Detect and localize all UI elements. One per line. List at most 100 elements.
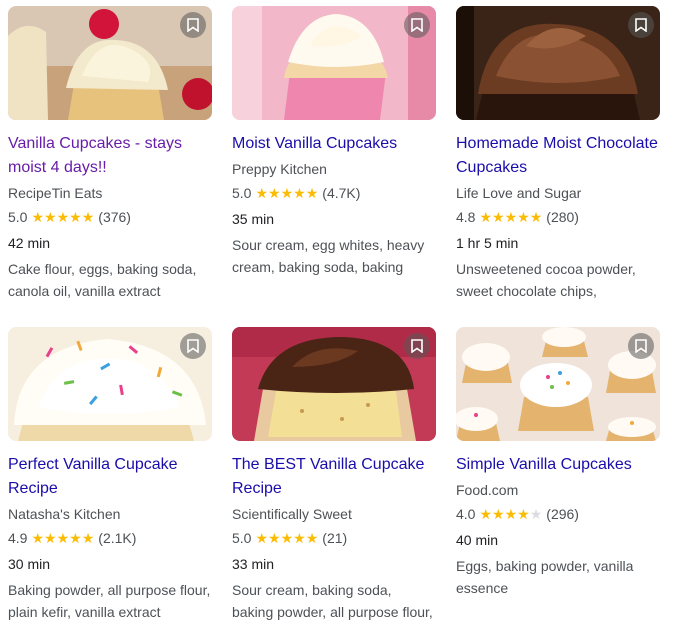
review-count: (376) [98, 209, 131, 225]
recipe-rating: 4.0 ★ ★ ★ ★ ★ (296) [456, 503, 660, 525]
recipe-card[interactable]: Vanilla Cupcakes - stays moist 4 days!! … [8, 6, 212, 302]
bookmark-icon [411, 18, 423, 32]
save-recipe-button[interactable] [404, 333, 430, 359]
recipe-source: Food.com [456, 482, 519, 498]
save-recipe-button[interactable] [180, 12, 206, 38]
star-icon: ★ [69, 209, 82, 225]
recipe-thumbnail[interactable] [456, 327, 660, 441]
recipe-card[interactable]: The BEST Vanilla Cupcake Recipe Scientif… [232, 327, 436, 623]
recipe-source: Life Love and Sugar [456, 185, 582, 201]
star-icon: ★ [255, 185, 269, 201]
rating-value: 5.0 [232, 185, 252, 201]
recipe-thumbnail[interactable] [456, 6, 660, 120]
star-icon: ★ [280, 185, 294, 201]
star-icon: ★ [56, 209, 70, 225]
star-rating: ★ ★ ★ ★ ★ [479, 210, 542, 224]
star-icon: ★ [293, 185, 306, 201]
save-recipe-button[interactable] [180, 333, 206, 359]
ingredients-list: Eggs, baking powder, vanilla essence [456, 558, 634, 596]
recipe-rating: 4.9 ★ ★ ★ ★ ★ (2.1K) [8, 527, 212, 549]
star-icon: ★ [293, 530, 306, 546]
star-icon: ★ [44, 209, 57, 225]
cook-time: 33 min [232, 556, 275, 572]
recipe-thumbnail[interactable] [8, 6, 212, 120]
star-icon: ★ [504, 506, 518, 522]
cook-time: 1 hr 5 min [456, 235, 519, 251]
recipe-source: Scientifically Sweet [232, 506, 352, 522]
rating-value: 5.0 [8, 209, 28, 225]
review-count: (296) [546, 506, 579, 522]
recipe-rating: 4.8 ★ ★ ★ ★ ★ (280) [456, 206, 660, 228]
recipe-title-link[interactable]: The BEST Vanilla Cupcake Recipe [232, 453, 436, 501]
recipe-thumbnail[interactable] [232, 6, 436, 120]
review-count: (2.1K) [98, 530, 137, 546]
recipe-card[interactable]: Simple Vanilla Cupcakes Food.com 4.0 ★ ★ ★… [456, 327, 660, 599]
star-icon: ★ [492, 506, 505, 522]
recipe-title-link[interactable]: Perfect Vanilla Cupcake Recipe [8, 453, 212, 501]
star-icon: ★ [255, 530, 269, 546]
star-empty-icon: ★ [529, 506, 543, 522]
bookmark-icon [187, 18, 199, 32]
ingredients-list: Sour cream, baking soda, baking powder, … [232, 582, 433, 620]
rating-value: 5.0 [232, 530, 252, 546]
cook-time: 30 min [8, 556, 51, 572]
recipe-source: Natasha's Kitchen [8, 506, 121, 522]
recipe-card[interactable]: Moist Vanilla Cupcakes Preppy Kitchen 5.… [232, 6, 436, 278]
ingredients-list: Cake flour, eggs, baking soda, canola oi… [8, 261, 197, 299]
recipe-rating: 5.0 ★ ★ ★ ★ ★ (21) [232, 527, 436, 549]
cook-time: 40 min [456, 532, 499, 548]
star-icon: ★ [56, 530, 70, 546]
star-icon: ★ [479, 506, 493, 522]
star-icon: ★ [517, 506, 530, 522]
star-icon: ★ [305, 530, 319, 546]
bookmark-icon [187, 339, 199, 353]
recipe-title-link[interactable]: Homemade Moist Chocolate Cupcakes [456, 132, 660, 180]
review-count: (280) [546, 209, 579, 225]
save-recipe-button[interactable] [404, 12, 430, 38]
recipe-source: Preppy Kitchen [232, 161, 327, 177]
save-recipe-button[interactable] [628, 12, 654, 38]
bookmark-icon [635, 18, 647, 32]
star-icon: ★ [31, 530, 45, 546]
star-rating: ★ ★ ★ ★ ★ [479, 507, 542, 521]
ingredients-list: Sour cream, egg whites, heavy cream, bak… [232, 237, 425, 275]
recipe-thumbnail[interactable] [8, 327, 212, 441]
bookmark-icon [411, 339, 423, 353]
star-icon: ★ [280, 530, 294, 546]
star-icon: ★ [305, 185, 319, 201]
star-icon: ★ [504, 209, 518, 225]
rating-value: 4.8 [456, 209, 476, 225]
star-icon: ★ [492, 209, 505, 225]
recipe-title-link[interactable]: Simple Vanilla Cupcakes [456, 453, 660, 477]
star-icon: ★ [517, 209, 530, 225]
recipe-thumbnail[interactable] [232, 327, 436, 441]
recipe-card[interactable]: Homemade Moist Chocolate Cupcakes Life L… [456, 6, 660, 302]
star-icon: ★ [69, 530, 82, 546]
recipe-title-link[interactable]: Vanilla Cupcakes - stays moist 4 days!! [8, 132, 212, 180]
review-count: (4.7K) [322, 185, 361, 201]
recipe-source: RecipeTin Eats [8, 185, 103, 201]
recipe-card[interactable]: Perfect Vanilla Cupcake Recipe Natasha's… [8, 327, 212, 623]
star-icon: ★ [268, 185, 281, 201]
star-icon: ★ [81, 209, 95, 225]
recipe-rating: 5.0 ★ ★ ★ ★ ★ (4.7K) [232, 182, 436, 204]
bookmark-icon [635, 339, 647, 353]
star-icon: ★ [31, 209, 45, 225]
star-icon: ★ [479, 209, 493, 225]
rating-value: 4.0 [456, 506, 476, 522]
recipe-title-link[interactable]: Moist Vanilla Cupcakes [232, 132, 436, 156]
save-recipe-button[interactable] [628, 333, 654, 359]
star-rating: ★ ★ ★ ★ ★ [255, 531, 318, 545]
ingredients-list: Baking powder, all purpose flour, plain … [8, 582, 211, 620]
star-rating: ★ ★ ★ ★ ★ [255, 186, 318, 200]
star-icon: ★ [44, 530, 57, 546]
star-icon: ★ [529, 209, 543, 225]
review-count: (21) [322, 530, 348, 546]
star-icon: ★ [268, 530, 281, 546]
star-rating: ★ ★ ★ ★ ★ [31, 210, 94, 224]
star-icon: ★ [81, 530, 95, 546]
ingredients-list: Unsweetened cocoa powder, sweet chocolat… [456, 261, 636, 299]
star-rating: ★ ★ ★ ★ ★ [31, 531, 94, 545]
cook-time: 42 min [8, 235, 51, 251]
rating-value: 4.9 [8, 530, 28, 546]
